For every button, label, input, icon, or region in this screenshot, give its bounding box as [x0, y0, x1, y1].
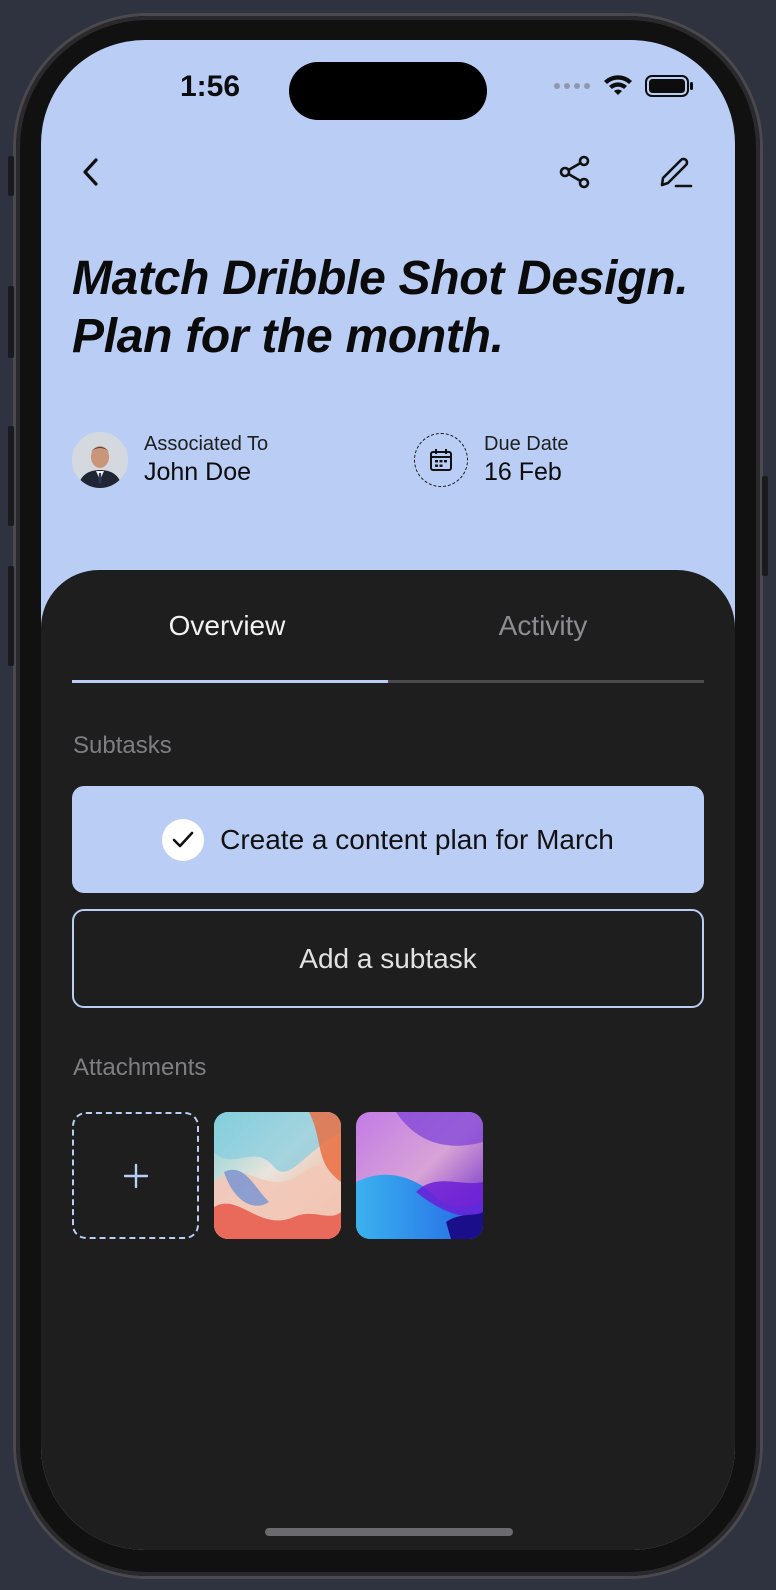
- person-photo: [72, 432, 128, 488]
- calendar-icon-circle: [414, 433, 468, 487]
- due-date-label: Due Date: [484, 433, 569, 455]
- abstract-pastel-swirl-image: [214, 1112, 341, 1239]
- task-title: Match Dribble Shot Design. Plan for the …: [72, 252, 689, 363]
- share-icon: [559, 155, 590, 189]
- wifi-icon: [604, 75, 632, 95]
- app-screen: 1:56 Match Dribble Shot Design. Plan for…: [41, 40, 735, 1550]
- associated-block[interactable]: Associated To John Doe: [72, 432, 268, 488]
- volume-side-button: [8, 566, 14, 666]
- subtask-item[interactable]: Create a content plan for March: [72, 786, 704, 893]
- pen-icon: [660, 157, 693, 188]
- abstract-purple-blue-wave-image: [356, 1112, 483, 1239]
- battery-icon: [645, 75, 693, 97]
- attachment-thumbnail[interactable]: [356, 1112, 483, 1239]
- associated-label: Associated To: [144, 433, 269, 455]
- subtask-label: Create a content plan for March: [220, 823, 614, 855]
- mute-switch: [8, 156, 14, 196]
- power-button: [762, 476, 768, 576]
- dynamic-island: [289, 62, 487, 120]
- chevron-left-icon: [83, 158, 98, 186]
- signal-icon: [554, 83, 590, 89]
- tab-overview[interactable]: Overview: [72, 610, 382, 642]
- volume-up-button: [8, 286, 14, 358]
- plus-icon: [123, 1163, 148, 1188]
- avatar: [72, 432, 128, 488]
- calendar-icon: [430, 449, 452, 471]
- home-indicator: [265, 1528, 513, 1536]
- share-button[interactable]: [547, 144, 603, 200]
- associated-value: John Doe: [144, 458, 252, 486]
- due-date-block[interactable]: Due Date 16 Feb: [414, 432, 569, 488]
- add-attachment-button[interactable]: [72, 1112, 199, 1239]
- status-time: 1:56: [179, 70, 241, 103]
- checkmark-icon: [172, 831, 194, 847]
- subtask-checkbox[interactable]: [162, 818, 205, 861]
- back-button[interactable]: [63, 144, 119, 200]
- attachments-heading: Attachments: [73, 1054, 207, 1081]
- tab-activity[interactable]: Activity: [388, 610, 698, 642]
- status-icons: [553, 74, 695, 98]
- details-sheet: Overview Activity Subtasks Create a cont…: [41, 570, 735, 1550]
- tab-active-indicator: [72, 680, 388, 683]
- attachment-thumbnail[interactable]: [214, 1112, 341, 1239]
- edit-button[interactable]: [647, 144, 703, 200]
- volume-down-button: [8, 426, 14, 526]
- due-date-value: 16 Feb: [484, 458, 562, 486]
- add-subtask-button[interactable]: Add a subtask: [72, 909, 704, 1008]
- subtasks-heading: Subtasks: [73, 732, 172, 759]
